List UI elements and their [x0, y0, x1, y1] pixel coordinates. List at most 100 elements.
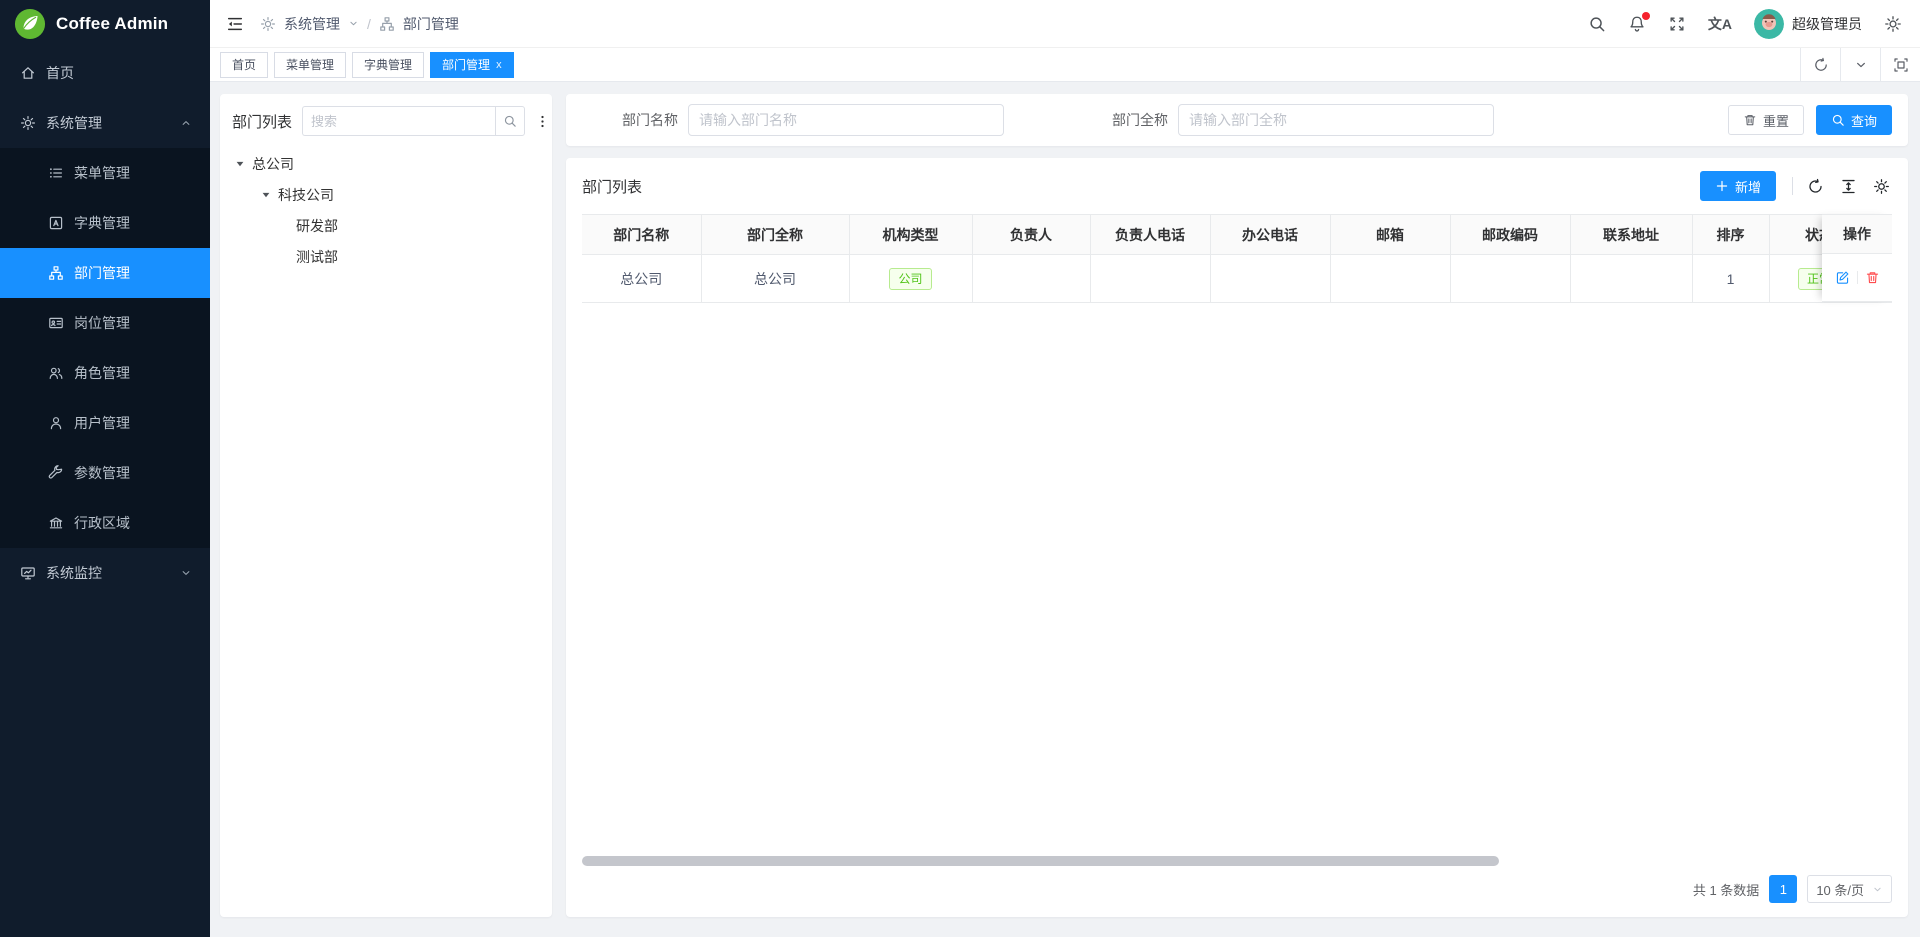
- tree-node-test-dept[interactable]: 测试部: [232, 241, 540, 272]
- org-chart-icon: [48, 265, 64, 281]
- dept-tree-panel: 部门列表 总公司 科技公司 研发部: [220, 94, 552, 917]
- translate-icon[interactable]: 文A: [1708, 14, 1732, 34]
- gear-icon: [260, 16, 276, 32]
- tree-node-label: 研发部: [296, 216, 338, 236]
- page-number-button[interactable]: 1: [1769, 875, 1797, 903]
- main-area: 系统管理 / 部门管理 文A 超级管理员 首页 菜单管理 字典管理: [210, 0, 1920, 937]
- fullscreen-icon[interactable]: [1668, 15, 1686, 33]
- sidebar-item-label: 首页: [46, 63, 74, 83]
- sidebar-item-label: 行政区域: [74, 513, 130, 533]
- dept-table-card: 部门列表 新增: [566, 158, 1908, 917]
- chevron-down-icon[interactable]: [348, 18, 359, 29]
- col-address: 联系地址: [1570, 215, 1692, 255]
- delete-row-button[interactable]: [1865, 270, 1880, 285]
- sidebar-item-region-mgmt[interactable]: 行政区域: [0, 498, 210, 548]
- sidebar-item-user-mgmt[interactable]: 用户管理: [0, 398, 210, 448]
- tab-refresh-button[interactable]: [1800, 48, 1840, 82]
- sidebar-item-home[interactable]: 首页: [0, 48, 210, 98]
- toolbar-divider: [1792, 177, 1793, 195]
- table-settings-button[interactable]: [1873, 178, 1890, 195]
- breadcrumb-level2[interactable]: 部门管理: [403, 14, 459, 34]
- user-menu[interactable]: 超级管理员: [1754, 9, 1862, 39]
- search-button-label: 查询: [1851, 111, 1877, 130]
- dept-fullname-label: 部门全称: [1072, 110, 1168, 130]
- app-logo[interactable]: Coffee Admin: [0, 0, 210, 48]
- table-card-header: 部门列表 新增: [582, 158, 1892, 214]
- tree-node-rnd-dept[interactable]: 研发部: [232, 210, 540, 241]
- app-title: Coffee Admin: [56, 14, 168, 34]
- notification-badge: [1642, 12, 1650, 20]
- chevron-up-icon: [180, 117, 192, 129]
- list-icon: [48, 165, 64, 181]
- col-leader-phone: 负责人电话: [1090, 215, 1210, 255]
- dictionary-icon: [48, 215, 64, 231]
- tab-label: 字典管理: [364, 56, 412, 73]
- sidebar-item-monitor[interactable]: 系统监控: [0, 548, 210, 598]
- tree-node-hq[interactable]: 总公司: [232, 148, 540, 179]
- tree-node-tech-company[interactable]: 科技公司: [232, 179, 540, 210]
- table-row[interactable]: 总公司 总公司 公司 1 正: [582, 255, 1892, 303]
- search-icon: [503, 114, 517, 128]
- search-icon[interactable]: [1588, 15, 1606, 33]
- horizontal-scrollbar-thumb[interactable]: [582, 856, 1499, 866]
- settings-gear-icon[interactable]: [1884, 15, 1902, 33]
- dept-table-wrap: 部门名称 部门全称 机构类型 负责人 负责人电话 办公电话 邮箱 邮政编码 联系…: [582, 214, 1892, 303]
- sidebar-item-post-mgmt[interactable]: 岗位管理: [0, 298, 210, 348]
- sidebar-item-menu-mgmt[interactable]: 菜单管理: [0, 148, 210, 198]
- sidebar-item-role-mgmt[interactable]: 角色管理: [0, 348, 210, 398]
- table-refresh-button[interactable]: [1807, 178, 1824, 195]
- add-button[interactable]: 新增: [1700, 171, 1776, 201]
- header-actions: 文A 超级管理员: [1588, 9, 1902, 39]
- tab-menu-mgmt[interactable]: 菜单管理: [274, 52, 346, 78]
- breadcrumb: 系统管理 / 部门管理: [260, 14, 459, 34]
- roles-icon: [48, 365, 64, 381]
- table-density-button[interactable]: [1840, 178, 1857, 195]
- table-toolbar: 新增: [1700, 171, 1892, 201]
- dept-fullname-input[interactable]: [1178, 104, 1494, 136]
- tab-maximize-button[interactable]: [1880, 48, 1920, 82]
- edit-icon: [1835, 270, 1850, 285]
- cell-office-phone: [1210, 255, 1330, 303]
- reset-button[interactable]: 重置: [1728, 105, 1804, 135]
- tab-dept-mgmt[interactable]: 部门管理 x: [430, 52, 514, 78]
- breadcrumb-level1[interactable]: 系统管理: [284, 14, 340, 34]
- sidebar-item-label: 菜单管理: [74, 163, 130, 183]
- tree-node-label: 测试部: [296, 247, 338, 267]
- wrench-icon: [48, 465, 64, 481]
- sidebar-collapse-icon[interactable]: [226, 15, 244, 33]
- col-postcode: 邮政编码: [1450, 215, 1570, 255]
- table-title: 部门列表: [582, 176, 642, 197]
- cell-postcode: [1450, 255, 1570, 303]
- sidebar-item-dept-mgmt[interactable]: 部门管理: [0, 248, 210, 298]
- table-header-row: 部门名称 部门全称 机构类型 负责人 负责人电话 办公电话 邮箱 邮政编码 联系…: [582, 215, 1892, 255]
- tree-search-input[interactable]: [302, 106, 495, 136]
- search-icon: [1831, 113, 1845, 127]
- dept-name-input[interactable]: [688, 104, 1004, 136]
- tabs: 首页 菜单管理 字典管理 部门管理 x: [220, 52, 514, 78]
- tab-close-icon[interactable]: x: [496, 59, 502, 71]
- refresh-icon: [1813, 57, 1829, 73]
- top-header: 系统管理 / 部门管理 文A 超级管理员: [210, 0, 1920, 48]
- sidebar-item-system[interactable]: 系统管理: [0, 98, 210, 148]
- page-size-select[interactable]: 10 条/页: [1807, 875, 1892, 903]
- column-height-icon: [1840, 178, 1857, 195]
- sidebar-item-label: 角色管理: [74, 363, 130, 383]
- search-button[interactable]: 查询: [1816, 105, 1892, 135]
- edit-row-button[interactable]: [1835, 270, 1850, 285]
- notifications-button[interactable]: [1628, 15, 1646, 33]
- plus-icon: [1715, 179, 1729, 193]
- caret-down-icon[interactable]: [234, 158, 246, 170]
- tree-node-label: 科技公司: [278, 185, 334, 205]
- more-options-icon[interactable]: [535, 114, 550, 129]
- caret-down-icon[interactable]: [260, 189, 272, 201]
- tab-label: 菜单管理: [286, 56, 334, 73]
- tab-dict-mgmt[interactable]: 字典管理: [352, 52, 424, 78]
- sidebar-item-param-mgmt[interactable]: 参数管理: [0, 448, 210, 498]
- tab-options-button[interactable]: [1840, 48, 1880, 82]
- gear-icon: [20, 115, 36, 131]
- tree-search-button[interactable]: [495, 106, 525, 136]
- sidebar-item-dict-mgmt[interactable]: 字典管理: [0, 198, 210, 248]
- table-scroll-area[interactable]: 部门名称 部门全称 机构类型 负责人 负责人电话 办公电话 邮箱 邮政编码 联系…: [582, 214, 1892, 303]
- tree-panel-title: 部门列表: [232, 111, 292, 132]
- tab-home[interactable]: 首页: [220, 52, 268, 78]
